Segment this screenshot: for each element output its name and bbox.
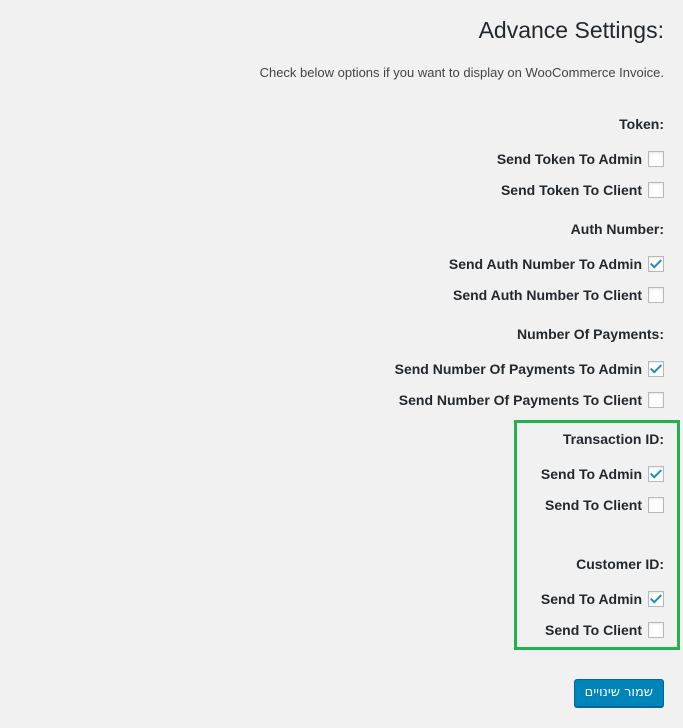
section-title-number-of-payments: :Number Of Payments xyxy=(516,326,664,342)
option-label: Send To Admin xyxy=(540,591,642,607)
option-customer-id-send-to-admin[interactable]: Send To Admin xyxy=(541,590,664,608)
checkbox[interactable] xyxy=(648,392,664,408)
page-description: .Check below options if you want to disp… xyxy=(259,65,664,80)
option-send-number-of-payments-to-client[interactable]: Send Number Of Payments To Client xyxy=(399,391,664,409)
option-transaction-id-send-to-admin[interactable]: Send To Admin xyxy=(541,465,664,483)
option-label: Send Auth Number To Client xyxy=(453,287,642,303)
highlight-annotation-box xyxy=(514,420,680,650)
option-label: Send To Client xyxy=(545,497,642,513)
checkbox[interactable] xyxy=(648,622,664,638)
option-label: Send Number Of Payments To Client xyxy=(398,392,642,408)
save-changes-button[interactable]: שמור שינויים xyxy=(573,679,664,707)
checkbox[interactable] xyxy=(648,466,664,482)
option-send-auth-number-to-client[interactable]: Send Auth Number To Client xyxy=(453,286,664,304)
checkbox[interactable] xyxy=(648,361,664,377)
option-label: Send Token To Admin xyxy=(496,151,642,167)
option-send-token-to-admin[interactable]: Send Token To Admin xyxy=(497,150,664,168)
option-label: Send To Client xyxy=(545,622,642,638)
option-send-token-to-client[interactable]: Send Token To Client xyxy=(501,181,664,199)
checkbox[interactable] xyxy=(648,287,664,303)
option-send-number-of-payments-to-admin[interactable]: Send Number Of Payments To Admin xyxy=(395,360,664,378)
option-label: Send To Admin xyxy=(540,466,642,482)
option-label: Send Token To Client xyxy=(500,182,642,198)
checkbox[interactable] xyxy=(648,151,664,167)
checkbox[interactable] xyxy=(648,256,664,272)
checkbox[interactable] xyxy=(648,591,664,607)
option-label: Send Number Of Payments To Admin xyxy=(394,361,642,377)
section-title-transaction-id: :Transaction ID xyxy=(562,431,664,447)
section-title-token: :Token xyxy=(619,116,664,132)
section-title-customer-id: :Customer ID xyxy=(576,556,664,572)
checkbox[interactable] xyxy=(648,497,664,513)
checkbox[interactable] xyxy=(648,182,664,198)
option-transaction-id-send-to-client[interactable]: Send To Client xyxy=(545,496,664,514)
option-send-auth-number-to-admin[interactable]: Send Auth Number To Admin xyxy=(449,255,664,273)
page-title: :Advance Settings xyxy=(478,17,664,43)
option-label: Send Auth Number To Admin xyxy=(448,256,642,272)
option-customer-id-send-to-client[interactable]: Send To Client xyxy=(545,621,664,639)
section-title-auth-number: :Auth Number xyxy=(570,221,664,237)
